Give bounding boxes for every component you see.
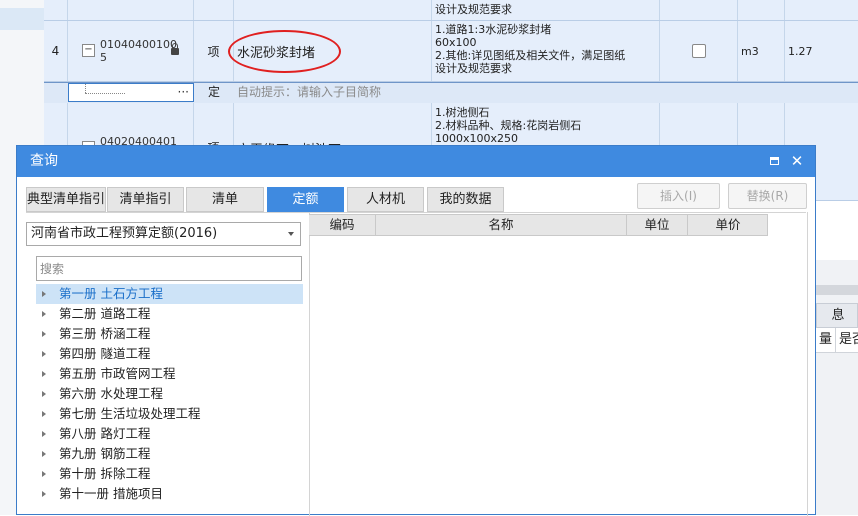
tab-quota[interactable]: 定额 [267, 187, 344, 212]
tree-item-label: 第六册 水处理工程 [59, 386, 163, 401]
tree-item-label: 第十册 拆除工程 [59, 466, 151, 481]
table-row[interactable]: 4 − 01040400100 5 项 水泥砂浆封堵 1.道路1:3水泥砂浆封堵… [44, 21, 858, 82]
annotation-circle [228, 30, 341, 73]
search-input[interactable] [36, 256, 302, 281]
row-desc-line: 1.树池侧石 [435, 106, 490, 119]
caret-right-icon [42, 371, 46, 377]
tree-item-label: 第七册 生活垃圾处理工程 [59, 406, 201, 421]
row-code-cont: 5 [100, 51, 107, 64]
row-unit: m3 [741, 44, 759, 58]
tree-item[interactable]: 第七册 生活垃圾处理工程 [36, 404, 303, 424]
caret-right-icon [42, 491, 46, 497]
tree-item-label: 第三册 桥涵工程 [59, 326, 151, 341]
tab-info[interactable]: 息 [816, 303, 858, 328]
code-edit-field[interactable]: ··· [68, 83, 194, 102]
maximize-icon[interactable] [770, 157, 779, 165]
row-desc-line: 设计及规范要求 [435, 3, 512, 16]
quota-library-select[interactable]: 河南省市政工程预算定额(2016) [26, 222, 301, 246]
tree-item[interactable]: 第八册 路灯工程 [36, 424, 303, 444]
dialog-title: 查询 [30, 153, 58, 169]
more-button[interactable]: ··· [178, 84, 189, 100]
caret-right-icon [42, 451, 46, 457]
column-header: 量 [816, 328, 837, 352]
column-header-unit[interactable]: 单位 [627, 215, 688, 235]
replace-button[interactable]: 替换(R) [728, 183, 807, 209]
row-number: 4 [51, 44, 60, 58]
tree-item[interactable]: 第六册 水处理工程 [36, 384, 303, 404]
close-icon[interactable]: ✕ [788, 152, 806, 170]
column-header: 是否 [839, 332, 858, 347]
tree-item[interactable]: 第五册 市政管网工程 [36, 364, 303, 384]
tab-typical-bill-guide[interactable]: 典型清单指引 [26, 187, 106, 212]
dialog-titlebar[interactable]: 查询 ✕ [17, 146, 815, 177]
edit-row[interactable]: ··· 定 自动提示：请输入子目简称 [44, 82, 858, 104]
column-header-code[interactable]: 编码 [309, 215, 376, 235]
tab-bill-guide[interactable]: 清单指引 [107, 187, 184, 212]
collapse-icon[interactable]: − [82, 44, 95, 57]
result-table-header: 编码 名称 单位 单价 [309, 214, 768, 236]
left-sidebar-selection [0, 8, 44, 30]
tree-item-label: 第二册 道路工程 [59, 306, 151, 321]
lock-icon [171, 43, 179, 55]
tab-labor-material-machine[interactable]: 人材机 [347, 187, 424, 212]
row-desc-line: 2.其他:详见图纸及相关文件，满足图纸 [435, 49, 626, 62]
tree-item[interactable]: 第一册 土石方工程 [36, 284, 303, 304]
tree-item[interactable]: 第四册 隧道工程 [36, 344, 303, 364]
caret-right-icon [42, 431, 46, 437]
tree-item[interactable]: 第十一册 措施项目 [36, 484, 303, 504]
select-value: 河南省市政工程预算定额(2016) [31, 226, 218, 241]
horizontal-scrollbar[interactable] [816, 285, 858, 295]
column-header-price[interactable]: 单价 [688, 215, 768, 235]
row-desc-line: 2.材料品种、规格:花岗岩侧石 [435, 119, 582, 132]
table-row[interactable]: 设计及规范要求 [44, 0, 858, 21]
tree-item-label: 第五册 市政管网工程 [59, 366, 176, 381]
row-desc-line: 60x100 [435, 36, 477, 49]
tree-item-label: 第一册 土石方工程 [59, 286, 163, 301]
chapter-tree: 第一册 土石方工程 第二册 道路工程 第三册 桥涵工程 第四册 隧道工程 第五册… [36, 284, 303, 504]
tree-item-label: 第十一册 措施项目 [59, 486, 163, 501]
row-code: 01040400100 [100, 38, 177, 51]
caret-right-icon [42, 411, 46, 417]
tree-item-label: 第四册 隧道工程 [59, 346, 151, 361]
caret-right-icon [42, 311, 46, 317]
lower-panel: 息 量是否 [816, 260, 858, 515]
lower-table-header: 量是否 [816, 328, 858, 353]
query-dialog: 查询 ✕ 典型清单指引 清单指引 清单 定额 人材机 我的数据 插入(I) 替换… [16, 145, 816, 516]
caret-right-icon [42, 291, 46, 297]
tree-item[interactable]: 第二册 道路工程 [36, 304, 303, 324]
row-checkbox[interactable] [692, 44, 706, 58]
caret-right-icon [42, 391, 46, 397]
insert-button[interactable]: 插入(I) [637, 183, 720, 209]
divider [807, 212, 808, 516]
caret-right-icon [42, 351, 46, 357]
tab-bill[interactable]: 清单 [186, 187, 264, 212]
auto-hint[interactable]: 自动提示：请输入子目简称 [237, 83, 381, 102]
caret-right-icon [42, 471, 46, 477]
tree-item-label: 第八册 路灯工程 [59, 426, 151, 441]
row-quantity: 1.27 [788, 44, 813, 58]
chevron-down-icon [288, 232, 294, 236]
column-header-name[interactable]: 名称 [376, 215, 627, 235]
caret-right-icon [42, 331, 46, 337]
row-desc-line: 1.道路1:3水泥砂浆封堵 [435, 23, 552, 36]
row-type: 定 [207, 85, 220, 99]
tree-item[interactable]: 第九册 钢筋工程 [36, 444, 303, 464]
row-desc-line: 设计及规范要求 [435, 62, 512, 75]
tree-item-label: 第九册 钢筋工程 [59, 446, 151, 461]
row-desc-line: 1000x100x250 [435, 132, 519, 145]
tab-my-data[interactable]: 我的数据 [427, 187, 504, 212]
tree-item[interactable]: 第十册 拆除工程 [36, 464, 303, 484]
tree-item[interactable]: 第三册 桥涵工程 [36, 324, 303, 344]
